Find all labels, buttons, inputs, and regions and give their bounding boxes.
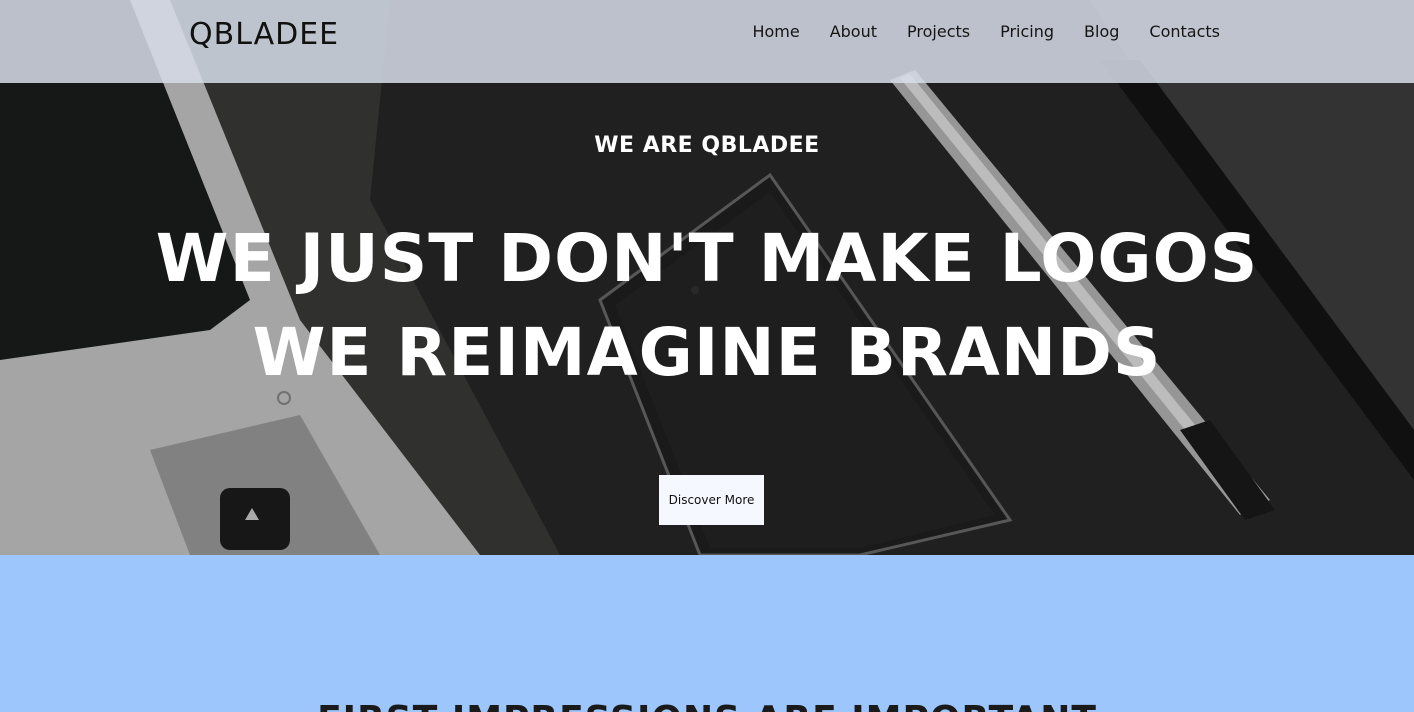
hero-headline: WE JUST DON'T MAKE LOGOS WE REIMAGINE BR… bbox=[0, 212, 1414, 400]
hero-headline-line-2: WE REIMAGINE BRANDS bbox=[252, 314, 1162, 391]
discover-more-button[interactable]: Discover More bbox=[659, 475, 764, 525]
brand-logo[interactable]: QBLADEE bbox=[189, 17, 339, 52]
top-navbar: QBLADEE Home About Projects Pricing Blog… bbox=[0, 0, 1414, 83]
nav-link-home[interactable]: Home bbox=[752, 22, 799, 41]
intro-section: FIRST IMPRESSIONS ARE IMPORTANT bbox=[0, 555, 1414, 712]
main-nav: Home About Projects Pricing Blog Contact… bbox=[722, 22, 1220, 41]
section-title: FIRST IMPRESSIONS ARE IMPORTANT bbox=[0, 699, 1414, 712]
nav-link-blog[interactable]: Blog bbox=[1084, 22, 1119, 41]
nav-link-contacts[interactable]: Contacts bbox=[1149, 22, 1220, 41]
nav-link-about[interactable]: About bbox=[830, 22, 877, 41]
hero-headline-line-1: WE JUST DON'T MAKE LOGOS bbox=[155, 220, 1259, 297]
hero-eyebrow: WE ARE QBLADEE bbox=[594, 133, 820, 158]
nav-link-projects[interactable]: Projects bbox=[907, 22, 970, 41]
hero-section: WE ARE QBLADEE WE JUST DON'T MAKE LOGOS … bbox=[0, 0, 1414, 555]
nav-link-pricing[interactable]: Pricing bbox=[1000, 22, 1054, 41]
